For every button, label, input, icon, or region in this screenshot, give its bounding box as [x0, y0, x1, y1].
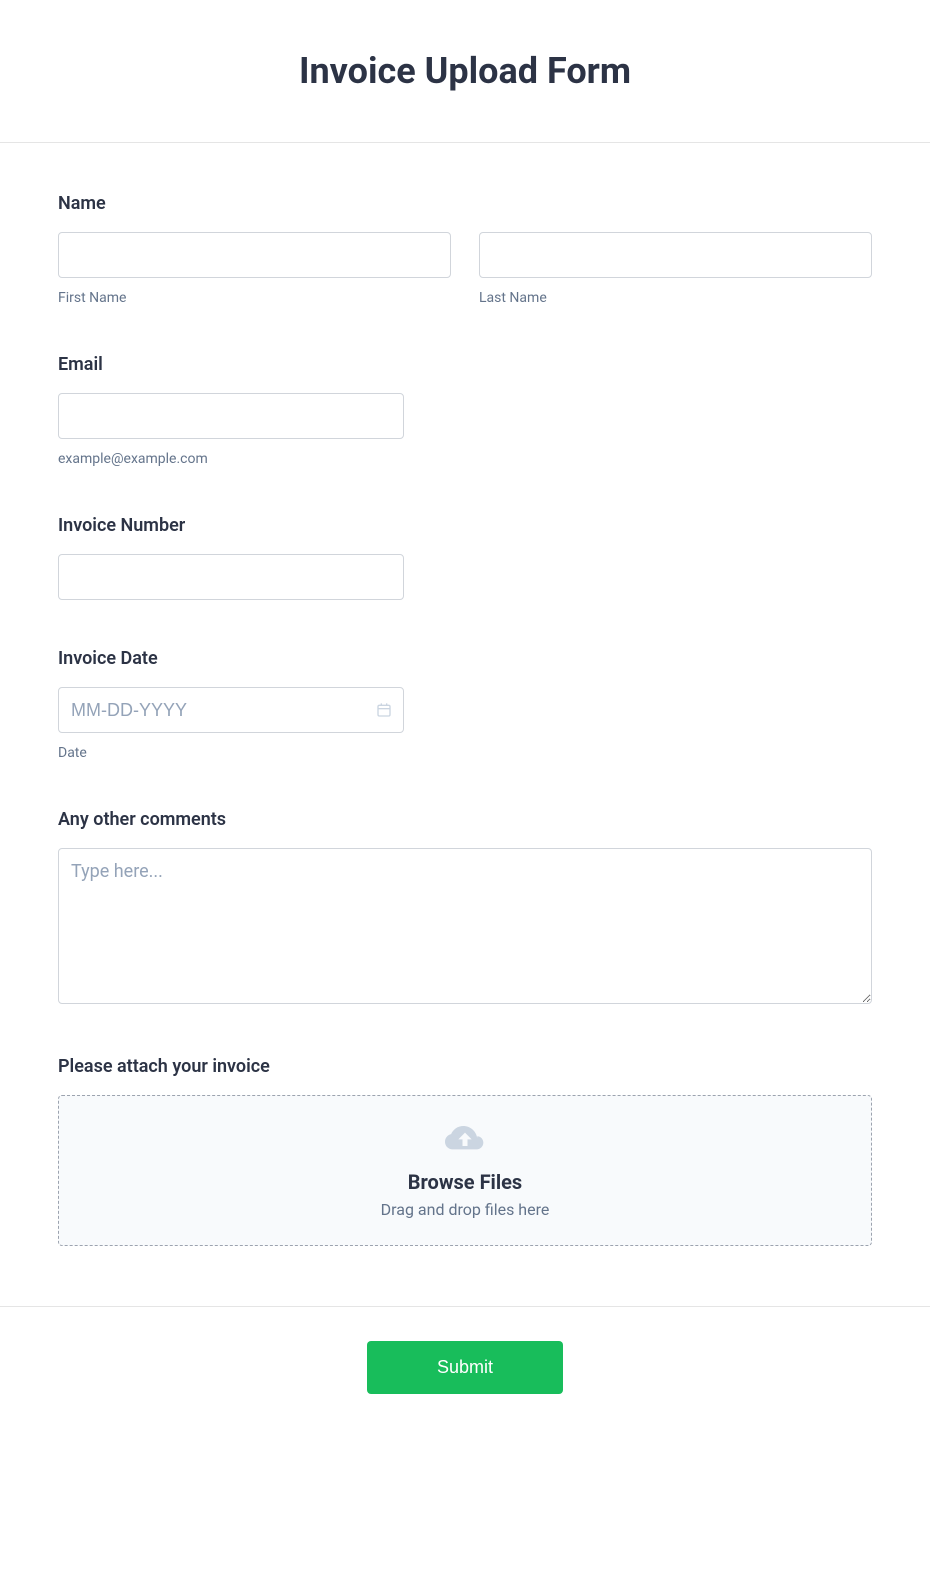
invoice-number-field-group: Invoice Number	[58, 515, 872, 600]
attach-field-group: Please attach your invoice Browse Files …	[58, 1056, 872, 1246]
name-label: Name	[58, 193, 872, 214]
invoice-date-input[interactable]	[58, 687, 404, 733]
email-label: Email	[58, 354, 872, 375]
invoice-date-field-group: Invoice Date Date	[58, 648, 872, 761]
invoice-number-input[interactable]	[58, 554, 404, 600]
invoice-number-label: Invoice Number	[58, 515, 872, 536]
name-field-group: Name First Name Last Name	[58, 193, 872, 306]
upload-hint: Drag and drop files here	[79, 1200, 851, 1219]
form-body: Name First Name Last Name Email example@…	[0, 143, 930, 1306]
invoice-date-label: Invoice Date	[58, 648, 872, 669]
email-input[interactable]	[58, 393, 404, 439]
page-title: Invoice Upload Form	[20, 50, 910, 92]
last-name-input[interactable]	[479, 232, 872, 278]
last-name-sublabel: Last Name	[479, 290, 872, 306]
comments-label: Any other comments	[58, 809, 872, 830]
comments-field-group: Any other comments	[58, 809, 872, 1008]
email-sublabel: example@example.com	[58, 451, 872, 467]
first-name-input[interactable]	[58, 232, 451, 278]
form-header: Invoice Upload Form	[0, 0, 930, 143]
first-name-sublabel: First Name	[58, 290, 451, 306]
browse-files-label: Browse Files	[79, 1170, 851, 1194]
submit-button[interactable]: Submit	[367, 1341, 563, 1394]
cloud-upload-icon	[445, 1126, 485, 1156]
form-footer: Submit	[0, 1306, 930, 1454]
email-field-group: Email example@example.com	[58, 354, 872, 467]
comments-textarea[interactable]	[58, 848, 872, 1004]
attach-label: Please attach your invoice	[58, 1056, 872, 1077]
invoice-date-sublabel: Date	[58, 745, 872, 761]
file-upload-dropzone[interactable]: Browse Files Drag and drop files here	[58, 1095, 872, 1246]
